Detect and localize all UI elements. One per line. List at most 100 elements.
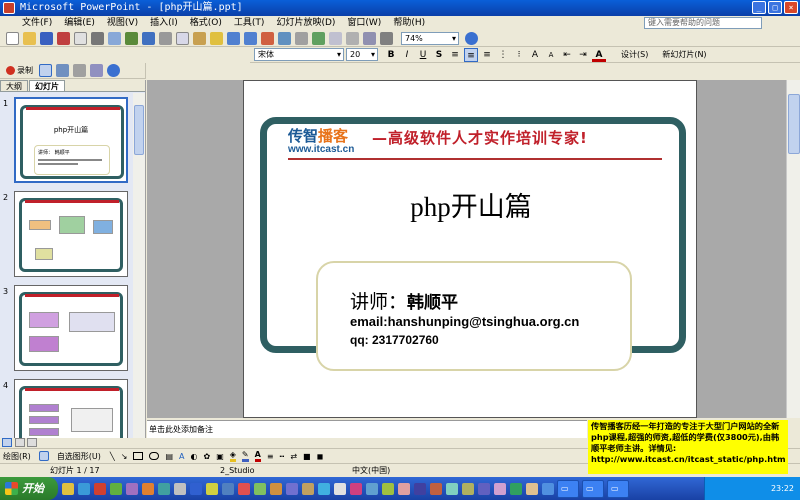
- quicklaunch-icon[interactable]: [542, 482, 554, 495]
- preview-icon[interactable]: [108, 32, 121, 45]
- quicklaunch-icon[interactable]: [78, 482, 90, 495]
- tab-outline[interactable]: 大纲: [0, 80, 28, 91]
- expand-icon[interactable]: [329, 32, 342, 45]
- notes-pane[interactable]: 单击此处添加备注: [147, 420, 587, 438]
- quicklaunch-icon[interactable]: [478, 482, 490, 495]
- decrease-indent-icon[interactable]: ⇤: [560, 48, 574, 62]
- start-button[interactable]: 开始: [0, 477, 58, 500]
- record-icon[interactable]: [6, 66, 15, 75]
- fill-color-icon[interactable]: ◈: [229, 450, 236, 462]
- increase-font-icon[interactable]: A: [528, 48, 542, 62]
- oval-icon[interactable]: [149, 452, 160, 460]
- align-left-icon[interactable]: ≡: [448, 48, 462, 62]
- arrow-icon[interactable]: ↘: [121, 452, 128, 461]
- tables-borders-icon[interactable]: [295, 32, 308, 45]
- slides-pane-scrollbar[interactable]: [133, 93, 145, 438]
- 3d-style-icon[interactable]: ◼: [317, 452, 324, 461]
- diagram-icon[interactable]: ◐: [191, 452, 198, 461]
- slide-scrollbar[interactable]: [786, 80, 800, 418]
- quicklaunch-icon[interactable]: [270, 482, 282, 495]
- menu-help[interactable]: 帮助(H): [387, 16, 431, 31]
- font-color-icon[interactable]: A: [592, 48, 606, 62]
- current-slide[interactable]: 传智播客 www.itcast.cn —高级软件人才实作培训专家! php开山篇…: [243, 80, 697, 418]
- color-grayscale-icon[interactable]: [380, 32, 393, 45]
- lecturer-line[interactable]: 讲师：韩顺平: [350, 287, 458, 314]
- clipart-icon[interactable]: ✿: [203, 452, 210, 461]
- quicklaunch-icon[interactable]: [318, 482, 330, 495]
- quicklaunch-icon[interactable]: [286, 482, 298, 495]
- normal-view-icon[interactable]: [2, 438, 12, 447]
- quicklaunch-icon[interactable]: [414, 482, 426, 495]
- close-button[interactable]: ×: [784, 1, 798, 14]
- lecturer-email[interactable]: email:hanshunping@tsinghua.org.cn: [350, 314, 579, 329]
- redo-icon[interactable]: [244, 32, 257, 45]
- menu-window[interactable]: 窗口(W): [341, 16, 387, 31]
- underline-button[interactable]: U: [416, 48, 430, 62]
- tab-slides[interactable]: 幻灯片: [29, 80, 65, 91]
- line-icon[interactable]: ╲: [110, 452, 115, 461]
- settings-icon[interactable]: [90, 64, 103, 77]
- record-button[interactable]: 录制: [17, 65, 33, 76]
- menu-slideshow[interactable]: 幻灯片放映(D): [270, 16, 341, 31]
- line-color-icon[interactable]: ✎: [241, 450, 249, 462]
- shadow-style-icon[interactable]: ■: [303, 452, 311, 461]
- taskbar-window-button[interactable]: ▭: [607, 479, 629, 498]
- quicklaunch-icon[interactable]: [190, 482, 202, 495]
- menu-tools[interactable]: 工具(T): [228, 16, 271, 31]
- quicklaunch-icon[interactable]: [238, 482, 250, 495]
- quicklaunch-icon[interactable]: [142, 482, 154, 495]
- spelling-icon[interactable]: [125, 32, 138, 45]
- menu-insert[interactable]: 插入(I): [144, 16, 184, 31]
- italic-button[interactable]: I: [400, 48, 414, 62]
- line-style-icon[interactable]: ≡: [267, 452, 274, 461]
- scrollbar-thumb[interactable]: [134, 105, 144, 155]
- wordart-icon[interactable]: A: [179, 452, 184, 461]
- quicklaunch-icon[interactable]: [382, 482, 394, 495]
- select-objects-icon[interactable]: [38, 451, 49, 461]
- quicklaunch-icon[interactable]: [366, 482, 378, 495]
- slide-thumbnail-3[interactable]: [14, 285, 128, 371]
- increase-indent-icon[interactable]: ⇥: [576, 48, 590, 62]
- arrow-style-icon[interactable]: ⇄: [290, 452, 297, 461]
- minimize-button[interactable]: _: [752, 1, 766, 14]
- quicklaunch-icon[interactable]: [494, 482, 506, 495]
- scrollbar-thumb[interactable]: [788, 94, 800, 154]
- copy-icon[interactable]: [176, 32, 189, 45]
- menu-format[interactable]: 格式(O): [184, 16, 228, 31]
- toolbar-help-icon[interactable]: [107, 64, 120, 77]
- quicklaunch-icon[interactable]: [526, 482, 538, 495]
- slide-thumbnail-4[interactable]: [14, 379, 128, 438]
- zoom-select[interactable]: 74%: [401, 32, 459, 45]
- quicklaunch-icon[interactable]: [110, 482, 122, 495]
- quicklaunch-icon[interactable]: [334, 482, 346, 495]
- menu-file[interactable]: 文件(F): [4, 16, 58, 31]
- save-icon[interactable]: [40, 32, 53, 45]
- text-color-icon[interactable]: A: [254, 450, 261, 462]
- email-icon[interactable]: [74, 32, 87, 45]
- chart-icon[interactable]: [261, 32, 274, 45]
- draw-menu[interactable]: 绘图(R): [3, 451, 31, 462]
- insert-picture-icon[interactable]: [312, 32, 325, 45]
- grid-icon[interactable]: [363, 32, 376, 45]
- help-icon[interactable]: [465, 32, 478, 45]
- decrease-font-icon[interactable]: A: [544, 48, 558, 62]
- show-formatting-icon[interactable]: [346, 32, 359, 45]
- slide-title[interactable]: php开山篇: [244, 185, 698, 224]
- rectangle-icon[interactable]: [133, 452, 144, 460]
- font-name-select[interactable]: 宋体: [254, 48, 344, 61]
- align-right-icon[interactable]: ≡: [480, 48, 494, 62]
- quicklaunch-icon[interactable]: [222, 482, 234, 495]
- align-center-icon[interactable]: ≡: [464, 47, 478, 62]
- taskbar-window-button[interactable]: ▭: [582, 479, 604, 498]
- open-icon[interactable]: [23, 32, 36, 45]
- bold-button[interactable]: B: [384, 48, 398, 62]
- quicklaunch-icon[interactable]: [254, 482, 266, 495]
- quicklaunch-icon[interactable]: [126, 482, 138, 495]
- slide-thumbnail-1[interactable]: php开山篇 讲师： 韩顺平: [14, 97, 128, 183]
- quicklaunch-icon[interactable]: [430, 482, 442, 495]
- capture-icon[interactable]: [73, 64, 86, 77]
- quicklaunch-icon[interactable]: [510, 482, 522, 495]
- maximize-button[interactable]: □: [768, 1, 782, 14]
- shadow-button[interactable]: S: [432, 48, 446, 62]
- quicklaunch-icon[interactable]: [350, 482, 362, 495]
